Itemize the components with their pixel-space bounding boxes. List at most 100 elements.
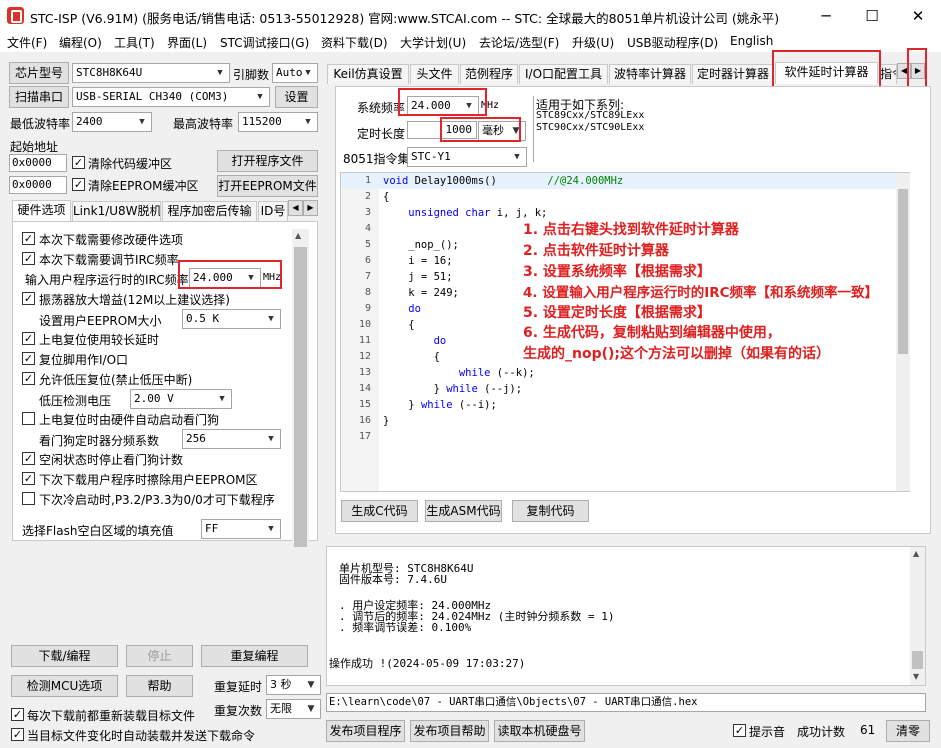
menu-interface[interactable]: 界面(L) (167, 34, 207, 51)
eeprom-start-address-input[interactable]: 0x0000 (9, 176, 67, 194)
generate-c-code-button[interactable]: 生成C代码 (341, 500, 418, 522)
tip-sound-checkbox[interactable] (733, 724, 746, 737)
code-line: while (--k); (383, 365, 535, 381)
clear-code-buffer-checkbox[interactable] (72, 156, 85, 169)
tab-instruction[interactable]: 指令 (879, 64, 897, 84)
scroll-down-icon[interactable]: ▼ (913, 672, 919, 681)
tab-keil-emulation[interactable]: Keil仿真设置 (327, 64, 409, 84)
close-button[interactable]: ✕ (895, 0, 941, 32)
tab-header-file[interactable]: 头文件 (410, 64, 459, 84)
tab-baud-calculator[interactable]: 波特率计算器 (609, 64, 691, 84)
open-eeprom-file-button[interactable]: 打开EEPROM文件 (217, 175, 318, 197)
scroll-up-icon[interactable]: ▲ (295, 231, 301, 240)
download-program-button[interactable]: 下载/编程 (11, 645, 118, 667)
tab-io-config-tool[interactable]: I/O口配置工具 (519, 64, 608, 84)
help-button[interactable]: 帮助 (126, 675, 193, 697)
repeat-delay-select[interactable]: 3 秒 ▼ (266, 675, 321, 695)
hw-watchdog-checkbox[interactable] (22, 412, 35, 425)
code-line: i = 16; (383, 255, 453, 267)
delay-length-label: 定时长度 (357, 127, 406, 141)
open-program-file-button[interactable]: 打开程序文件 (217, 150, 318, 172)
chevron-down-icon: ▼ (307, 680, 315, 690)
tab-sample-programs[interactable]: 范例程序 (460, 64, 518, 84)
instruction-step: 生成的_nop();这个方法可以删掉（如果有的话） (523, 346, 831, 362)
tab-timer-calculator[interactable]: 定时器计算器 (692, 64, 774, 84)
idle-stop-wdt-checkbox[interactable] (22, 452, 35, 465)
tab-scroll-right-icon[interactable]: ▶ (303, 200, 318, 216)
min-baud-select[interactable]: 2400 ▼ (72, 112, 152, 132)
pin-count-select[interactable]: Auto ▼ (272, 63, 318, 83)
clear-count-button[interactable]: 清零 (886, 720, 930, 742)
repeat-program-button[interactable]: 重复编程 (201, 645, 308, 667)
maximize-button[interactable]: ☐ (849, 0, 895, 32)
por-long-delay-checkbox[interactable] (22, 332, 35, 345)
repeat-count-select[interactable]: 无限 ▼ (266, 699, 321, 719)
code-line: { (383, 319, 415, 331)
eeprom-size-label: 设置用户EEPROM大小 (39, 314, 162, 328)
lvd-voltage-label: 低压检测电压 (39, 394, 112, 408)
port-select[interactable]: USB-SERIAL CH340 (COM3) ▼ (72, 87, 270, 107)
adjust-irc-checkbox[interactable] (22, 252, 35, 265)
line-number: 7 (364, 271, 371, 282)
max-baud-select[interactable]: 115200 ▼ (238, 112, 318, 132)
wdt-divider-select[interactable]: 256 ▼ (182, 429, 281, 449)
reload-before-download-checkbox[interactable] (11, 708, 24, 721)
tab-id-number[interactable]: ID号 (258, 201, 288, 221)
scroll-up-icon[interactable]: ▲ (913, 549, 919, 558)
detect-mcu-options-button[interactable]: 检测MCU选项 (11, 675, 118, 697)
copy-code-button[interactable]: 复制代码 (512, 500, 589, 522)
menu-upgrade[interactable]: 升级(U) (572, 34, 614, 51)
menu-download[interactable]: 资料下载(D) (321, 34, 388, 51)
auto-load-checkbox[interactable] (11, 728, 24, 741)
p32-download-checkbox[interactable] (22, 492, 35, 505)
stop-button[interactable]: 停止 (126, 645, 193, 667)
clear-code-buffer-label: 清除代码缓冲区 (88, 157, 173, 171)
menu-forum[interactable]: 去论坛/选型(F) (479, 34, 559, 51)
publish-program-button[interactable]: 发布项目程序 (326, 720, 405, 742)
scan-port-button[interactable]: 扫描串口 (9, 86, 69, 108)
menu-english[interactable]: English (730, 34, 773, 48)
chip-model-select[interactable]: STC8H8K64U ▼ (72, 63, 230, 83)
flash-fill-select[interactable]: FF ▼ (201, 519, 281, 539)
menu-tools[interactable]: 工具(T) (114, 34, 155, 51)
generate-asm-code-button[interactable]: 生成ASM代码 (425, 500, 502, 522)
tab-hardware-options[interactable]: 硬件选项 (12, 200, 71, 222)
title-bar: STC-ISP (V6.91M) (服务电话/销售电话: 0513-550129… (0, 0, 941, 32)
tab-encrypted-transfer[interactable]: 程序加密后传输 (162, 201, 257, 221)
menu-program[interactable]: 编程(O) (59, 34, 102, 51)
line-number: 10 (358, 319, 371, 330)
publish-help-button[interactable]: 发布项目帮助 (410, 720, 489, 742)
eeprom-size-select[interactable]: 0.5 K ▼ (182, 309, 281, 329)
min-baud-label: 最低波特率 (10, 117, 71, 131)
log-scroll-thumb[interactable] (912, 651, 923, 669)
low-voltage-reset-checkbox[interactable] (22, 372, 35, 385)
erase-eeprom-label: 下次下载用户程序时擦除用户EEPROM区 (39, 473, 258, 487)
delay-tab-highlight-box (772, 50, 881, 90)
modify-hw-options-checkbox[interactable] (22, 232, 35, 245)
chevron-down-icon: ▼ (268, 314, 274, 324)
read-disk-id-button[interactable]: 读取本机硬盘号 (494, 720, 585, 742)
osc-gain-checkbox[interactable] (22, 292, 35, 305)
instruction-set-value: STC-Y1 (411, 150, 451, 163)
code-scroll-thumb[interactable] (898, 189, 908, 354)
line-number: 11 (358, 335, 371, 346)
options-scrollbar[interactable]: ▲ (292, 229, 309, 549)
minimize-button[interactable]: ─ (803, 0, 849, 32)
reset-pin-io-checkbox[interactable] (22, 352, 35, 365)
instruction-step: 6. 生成代码，复制粘贴到编辑器中使用， (523, 325, 781, 341)
instruction-set-select[interactable]: STC-Y1 ▼ (407, 147, 527, 167)
port-settings-button[interactable]: 设置 (275, 86, 318, 108)
log-scrollbar[interactable]: ▲ ▼ (910, 547, 925, 685)
tab-link1-offline[interactable]: Link1/U8W脱机 (72, 201, 161, 221)
erase-eeprom-checkbox[interactable] (22, 472, 35, 485)
lvd-voltage-select[interactable]: 2.00 V ▼ (130, 389, 232, 409)
menu-university[interactable]: 大学计划(U) (400, 34, 466, 51)
options-scroll-thumb[interactable] (294, 247, 307, 547)
menu-debug[interactable]: STC调试接口(G) (220, 34, 309, 51)
tab-scroll-left-icon[interactable]: ◀ (288, 200, 303, 216)
clear-eeprom-buffer-checkbox[interactable] (72, 178, 85, 191)
code-start-address-input[interactable]: 0x0000 (9, 154, 67, 172)
menu-file[interactable]: 文件(F) (7, 34, 47, 51)
code-scrollbar[interactable] (896, 173, 910, 491)
menu-usb-driver[interactable]: USB驱动程序(D) (627, 34, 718, 51)
